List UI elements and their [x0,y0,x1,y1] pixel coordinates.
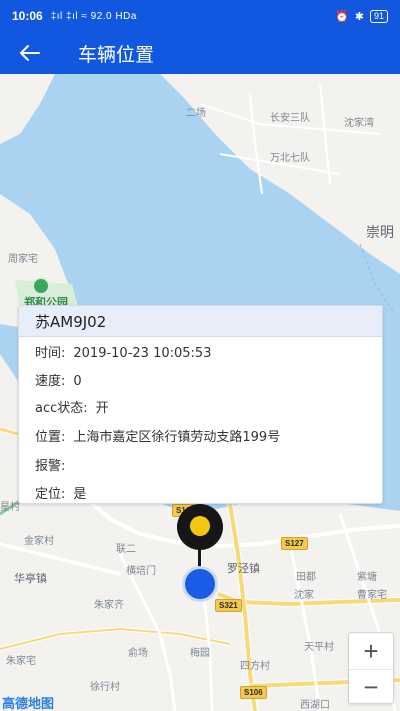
network-indicators: ‡ıl ‡ıl ≈ 92.0 HDa [50,10,137,22]
info-row-alarm: 报警: [35,455,73,474]
speed-label: 速度: [35,374,66,389]
map-label-xiaochang: 俞场 [128,648,148,659]
map-label-hengjing: 横培门 [126,566,156,577]
map-label-erchang: 二场 [186,108,206,119]
map-label-chongming: 崇明 [366,225,394,241]
positioning-value: 是 [73,487,87,502]
map-label-wanbei: 万北七队 [270,153,310,164]
status-bar: 10:06 ‡ıl ‡ıl ≈ 92.0 HDa ⏰ ✱ 91 [0,0,400,32]
info-row-time: 时间: 2019-10-23 10:05:53 [35,342,211,361]
bluetooth-icon: ✱ [354,10,364,23]
map-label-caojia: 曹家宅 [357,590,387,601]
map-label-tiandu: 田都 [296,572,316,583]
map-label-zhoujiazhai: 周家宅 [8,254,38,265]
map-label-shenjia: 沈家 [294,590,314,601]
info-row-positioning: 定位: 是 [35,483,86,502]
positioning-label: 定位: [35,487,66,502]
info-row-speed: 速度: 0 [35,370,82,389]
speed-value: 0 [73,374,82,389]
map-label-luojing: 罗泾镇 [227,562,260,575]
map-label-sifang: 四方村 [240,661,270,672]
park-icon [32,277,50,295]
acc-value: 开 [95,401,109,416]
amap-logo: 高德地图 [2,697,55,711]
vehicle-info-card: 苏AM9J02 时间: 2019-10-23 10:05:53 速度: 0 acc状… [18,305,383,504]
map-label-jinjia: 金家村 [24,536,54,547]
zoom-out-button[interactable]: − [349,669,393,705]
map-label-zhujiaqi: 朱家齐 [94,600,124,611]
road-badge-s106: S106 [240,686,267,699]
info-row-acc: acc状态: 开 [35,397,109,416]
map-label-changan: 长安三队 [270,113,310,124]
map-label-zhujiazhai: 朱家宅 [6,656,36,667]
map-label-zitang: 紫塘 [357,572,377,583]
back-arrow-icon [20,45,40,61]
zoom-control: + − [348,632,394,704]
map-label-xing: 星村 [0,502,20,513]
location-label: 位置: [35,430,66,445]
vehicle-plate: 苏AM9J02 [19,306,382,337]
map-label-luaner: 联二 [116,544,136,555]
status-right: ⏰ ✱ 91 [335,9,388,23]
time-value: 2019-10-23 10:05:53 [73,346,212,361]
battery-indicator: 91 [369,9,388,23]
status-time: 10:06 [12,9,43,23]
alarm-icon: ⏰ [335,10,349,23]
road-badge-s321: S321 [215,599,242,612]
time-label: 时间: [35,346,66,361]
map-label-huating: 华亭镇 [14,572,47,585]
page-title: 车辆位置 [78,43,155,66]
alarm-label: 报警: [35,459,66,474]
acc-label: acc状态: [35,401,88,416]
location-value: 上海市嘉定区徐行镇劳动支路199号 [73,430,281,445]
map-label-meiyuan: 梅园 [190,648,210,659]
pin-dot [190,516,210,536]
back-button[interactable] [0,32,60,74]
app-bar: 车辆位置 [0,32,400,74]
road-badge-s127: S127 [281,537,308,550]
map-label-xiying: 徐行村 [90,682,120,693]
zoom-in-button[interactable]: + [349,633,393,669]
map-label-tianping: 天平村 [304,642,334,653]
map-label-shenjiawan: 沈家湾 [344,118,374,129]
info-row-location: 位置: 上海市嘉定区徐行镇劳动支路199号 [35,426,280,445]
map-label-xihu: 西湖口 [300,700,330,711]
vehicle-marker[interactable] [182,566,218,602]
